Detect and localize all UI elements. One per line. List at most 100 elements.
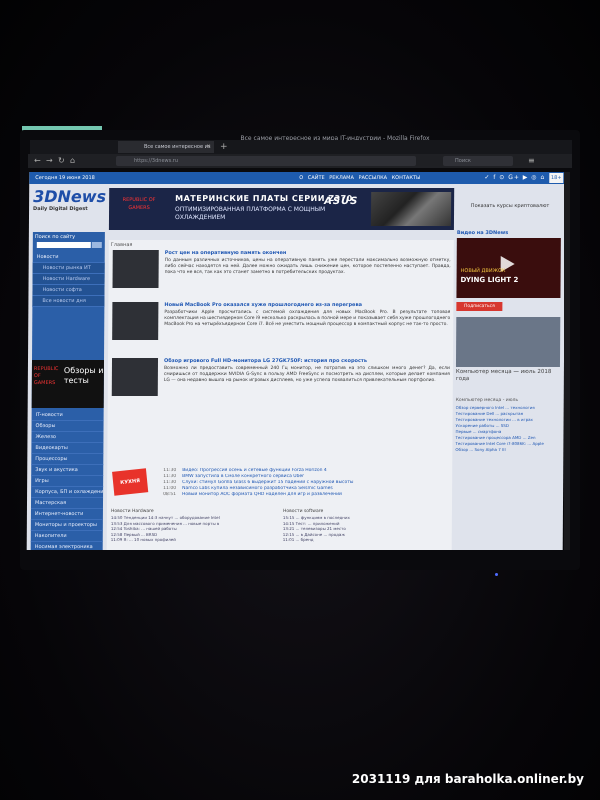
news-article: Обзор игрового Full HD-монитора LG 27GK7… <box>108 358 453 402</box>
news-feed: Главная Рост цен на оперативную память о… <box>106 240 454 550</box>
site-search: Поиск по сайту <box>35 234 103 250</box>
sidebar-section-item[interactable]: Носимая электроника <box>30 542 103 550</box>
sidebar-menu: Новости Новости рынка ИТ Новости Hardware Н… <box>32 252 105 307</box>
motherboard-image <box>370 192 452 226</box>
brief-text: Слухи: стимул Gorilla Glass 6 выдержит 1… <box>182 480 354 485</box>
hardware-news-column: Новости Hardware 14:50 Тенденции 14:3 на… <box>111 508 279 543</box>
pc-of-month-image[interactable] <box>455 317 561 367</box>
brief-text: Новый монитор AOC формата QHD наделён дл… <box>182 492 342 497</box>
software-news-column: Новости software 15:15 ... функциям в по… <box>283 508 451 543</box>
sidebar-item[interactable]: Новости софта <box>32 285 105 296</box>
right-sidebar: Видео на 3DNews НОВЫЙ ДВИЖОК DYING LIGHT… <box>455 228 561 550</box>
browser-tab[interactable]: Все самое интересное из × <box>118 141 214 153</box>
sidebar-section-item[interactable]: Накопители <box>30 531 103 542</box>
ad-banner[interactable]: REPUBLIC OF GAMERS МАТЕРИНСКИЕ ПЛАТЫ СЕР… <box>108 188 455 230</box>
sidebar-section-item[interactable]: Мастерская <box>30 498 104 509</box>
article-text: По данным различных источников, цены на … <box>164 258 451 275</box>
article-thumbnail[interactable] <box>111 358 159 396</box>
article-title[interactable]: Новый MacBook Pro оказался хуже прошлого… <box>164 302 444 308</box>
brief-text: Namco Labs купила независимого разработч… <box>182 486 333 491</box>
age-badge: 18+ <box>549 173 564 183</box>
rog-promo-text: Обзоры и тесты <box>63 366 104 385</box>
search-field[interactable]: Поиск <box>443 156 513 166</box>
brief-news-list: 11:30 Видео: Прогрессия осень и сетевые ф… <box>163 468 449 498</box>
back-icon[interactable]: ← <box>34 155 41 167</box>
scrollbar[interactable] <box>564 172 570 550</box>
article-thumbnail[interactable] <box>112 302 159 340</box>
webpage: Сегодня 19 июня 2018 О САЙТЕ РЕКЛАМА РАС… <box>26 172 566 550</box>
news-columns: Новости Hardware 14:50 Тенденции 14:3 на… <box>107 508 452 550</box>
brief-time: 11:30 <box>163 474 177 479</box>
site-search-input[interactable] <box>36 242 91 248</box>
tab-bar: Все самое интересное из × + <box>30 140 572 154</box>
kitchen-sticker[interactable]: КУХНЯ <box>112 468 149 496</box>
tab-title: Все самое интересное из <box>144 144 211 150</box>
hardware-news-head: Новости Hardware <box>110 509 154 514</box>
site-top-nav[interactable]: О САЙТЕ РЕКЛАМА РАССЫЛКА КОНТАКТЫ <box>299 172 420 184</box>
sidebar-section-item[interactable]: Мониторы и проекторы <box>30 520 103 531</box>
article-thumbnail[interactable] <box>112 250 159 288</box>
brief-text: BMW запустила в Смоле конкретного сервис… <box>182 474 305 479</box>
reload-icon[interactable]: ↻ <box>58 155 65 167</box>
nav-bar: ← → ↻ ⌂ https://3dnews.ru Поиск ≡ <box>28 154 572 168</box>
news-article: Новый MacBook Pro оказался хуже прошлого… <box>108 302 453 346</box>
asus-logo: ASUS <box>324 196 359 207</box>
software-news-head: Новости software <box>282 509 324 514</box>
new-tab-icon[interactable]: + <box>220 140 228 154</box>
site-logo[interactable]: 3DNews Daily Digital Digest <box>33 187 107 216</box>
sidebar-section-item[interactable]: Интернет-новости <box>30 509 103 520</box>
rog-promo-logo: REPUBLIC OF GAMERS <box>33 366 59 386</box>
crypto-courses-link[interactable]: Показать курсы криптовалют <box>459 200 561 212</box>
social-icons[interactable]: ✓ f ⊙ G+ ▶ ◎ ⌂ <box>484 172 545 184</box>
sidebar-sections: IT-новости Обзоры Железо Видеокарты Процессо… <box>30 410 104 550</box>
forward-icon[interactable]: → <box>46 155 53 167</box>
sidebar-item[interactable]: Все новости дня <box>32 296 105 307</box>
banner-subtitle: ОПТИМИЗИРОВАННАЯ ПЛАТФОРМА С МОЩНЫМ ОХЛА… <box>174 206 326 221</box>
sidebar-item[interactable]: Новости <box>32 252 105 263</box>
brief-news-item[interactable]: 08:51 Новый монитор AOC формата QHD надел… <box>163 492 449 498</box>
article-text: Возможно ли предоставить современный 240… <box>163 366 450 383</box>
site-date: Сегодня 19 июня 2018 <box>35 175 95 181</box>
video-kicker: НОВЫЙ ДВИЖОК <box>460 268 506 274</box>
sidebar-item[interactable]: Новости рынка ИТ <box>32 263 105 274</box>
pc-of-month-caption[interactable]: Компьютер месяца — июль 2018 года <box>456 369 560 383</box>
search-placeholder: Поиск <box>455 158 471 164</box>
logo-sub: Daily Digital Digest <box>33 206 88 212</box>
sidebar-section-item[interactable]: IT-новости <box>31 410 104 421</box>
related-links: Компьютер месяца - июль Обзор серверного… <box>455 397 559 453</box>
site-top-strip: Сегодня 19 июня 2018 О САЙТЕ РЕКЛАМА РАС… <box>29 172 566 184</box>
url-text: https://3dnews.ru <box>134 158 179 164</box>
rog-promo[interactable]: REPUBLIC OF GAMERS Обзоры и тесты <box>31 360 105 408</box>
breadcrumb: Главная <box>110 242 133 248</box>
brief-text: Видео: Прогрессия осень и сетевые функци… <box>182 468 327 473</box>
related-head: Компьютер месяца - июль <box>455 398 519 403</box>
menu-icon[interactable]: ≡ <box>528 155 535 167</box>
sidebar-section-item[interactable]: Корпуса, БП и охлаждение <box>31 487 104 498</box>
sidebar-section-item[interactable]: Видеокарты <box>31 443 104 454</box>
article-title[interactable]: Обзор игрового Full HD-монитора LG 27GK7… <box>164 358 444 364</box>
sidebar-section-item[interactable]: Игры <box>31 476 104 487</box>
software-news-item[interactable]: 11:01 ... бренд <box>283 537 451 543</box>
search-label: Поиск по сайту <box>34 234 76 240</box>
video-section-head[interactable]: Видео на 3DNews <box>457 228 561 238</box>
search-icon[interactable] <box>91 242 102 248</box>
home-icon[interactable]: ⌂ <box>70 155 75 167</box>
close-icon[interactable]: × <box>206 141 211 153</box>
subscribe-button[interactable]: Подписаться <box>456 302 503 311</box>
brief-time: 08:51 <box>163 492 177 497</box>
brief-time: 11:30 <box>163 480 177 485</box>
logo-main: 3DNews <box>33 187 107 206</box>
url-field[interactable]: https://3dnews.ru <box>116 156 416 166</box>
hardware-news-item[interactable]: 11:09 Я: ... 10 новых профилей <box>111 537 279 543</box>
sidebar-section-item[interactable]: Звук и акустика <box>31 465 104 476</box>
article-title[interactable]: Рост цен на оперативную память окончен <box>165 250 445 256</box>
sidebar-section-item[interactable]: Железо <box>31 432 104 443</box>
related-link[interactable]: Обзор ... Sony Alpha 7 III <box>455 447 559 453</box>
sidebar-section-item[interactable]: Процессоры <box>31 454 104 465</box>
brief-time: 11:30 <box>163 468 177 473</box>
left-sidebar: Поиск по сайту Новости Новости рынка ИТ Но… <box>30 232 105 550</box>
watermark: 2031119 для baraholka.onliner.by <box>351 772 584 786</box>
video-thumbnail[interactable]: НОВЫЙ ДВИЖОК DYING LIGHT 2 <box>456 238 561 298</box>
sidebar-section-item[interactable]: Обзоры <box>31 421 104 432</box>
sidebar-item[interactable]: Новости Hardware <box>32 274 105 285</box>
